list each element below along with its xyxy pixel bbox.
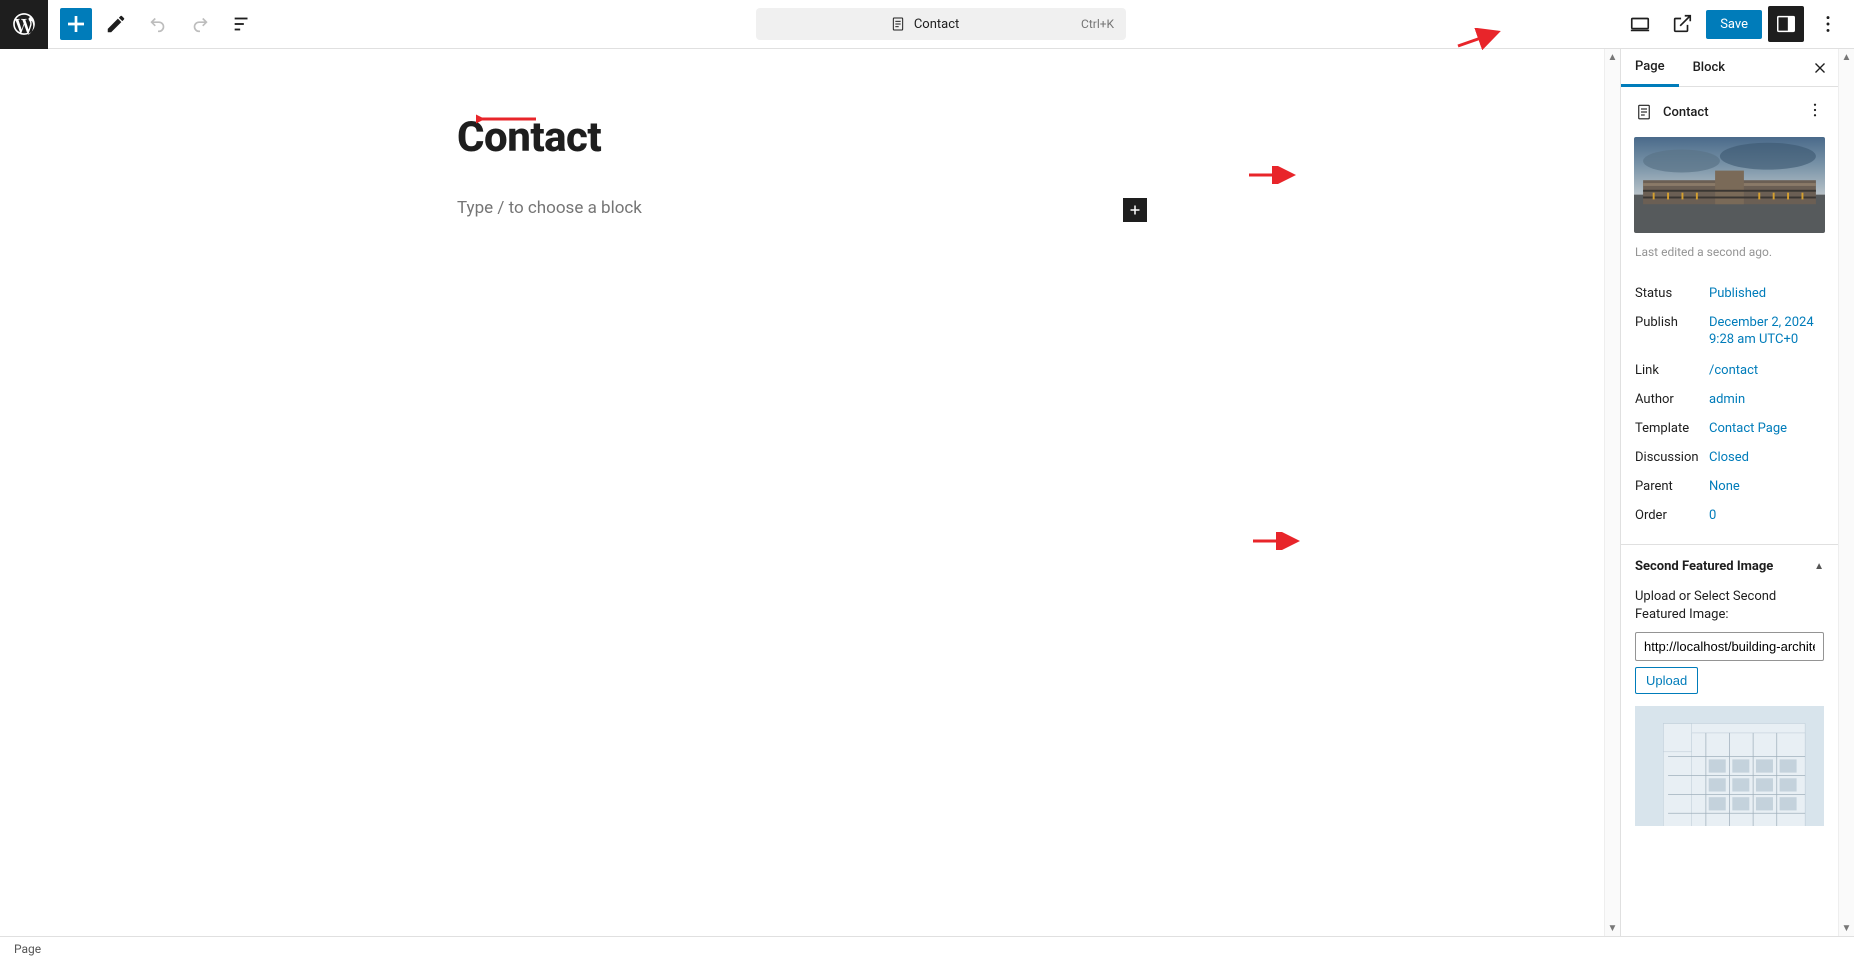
- meta-value-link[interactable]: /contact: [1709, 363, 1758, 378]
- meta-label: Author: [1635, 392, 1709, 407]
- meta-label: Link: [1635, 363, 1709, 378]
- plus-icon: [1126, 201, 1144, 219]
- meta-row-parent: Parent None: [1635, 472, 1824, 501]
- page-panel-title: Contact: [1663, 105, 1796, 120]
- meta-row-status: Status Published: [1635, 279, 1824, 308]
- tab-block[interactable]: Block: [1679, 49, 1739, 87]
- meta-row-publish: Publish December 2, 2024 9:28 am UTC+0: [1635, 308, 1824, 356]
- undo-button[interactable]: [140, 6, 176, 42]
- meta-value-discussion[interactable]: Closed: [1709, 450, 1749, 465]
- featured-image-placeholder: [1634, 137, 1825, 233]
- tools-button[interactable]: [98, 6, 134, 42]
- scroll-up-icon: ▲: [1839, 49, 1854, 65]
- settings-sidebar: Page Block Contact: [1620, 49, 1838, 936]
- redo-icon: [189, 13, 211, 35]
- pencil-icon: [105, 13, 127, 35]
- meta-value-status[interactable]: Published: [1709, 286, 1766, 301]
- page-icon: [890, 16, 906, 32]
- main-area: Contact Type / to choose a block ▲ ▼ Pag…: [0, 49, 1854, 936]
- page-icon: [1635, 103, 1653, 121]
- second-featured-url-input[interactable]: [1635, 632, 1824, 661]
- list-icon: [231, 13, 253, 35]
- scroll-down-icon: ▼: [1839, 920, 1854, 936]
- document-bar-shortcut: Ctrl+K: [1081, 17, 1114, 31]
- featured-image-button[interactable]: [1634, 137, 1825, 233]
- meta-row-discussion: Discussion Closed: [1635, 443, 1824, 472]
- meta-label: Order: [1635, 508, 1709, 523]
- desktop-icon: [1629, 13, 1651, 35]
- undo-icon: [147, 13, 169, 35]
- save-button[interactable]: Save: [1706, 10, 1762, 39]
- toolbar-right: Save: [1622, 6, 1854, 42]
- wordpress-icon: [11, 11, 37, 37]
- meta-row-link: Link /contact: [1635, 356, 1824, 385]
- page-meta-list: Status Published Publish December 2, 202…: [1621, 275, 1838, 544]
- meta-label: Status: [1635, 286, 1709, 301]
- chevron-up-icon: ▲: [1814, 561, 1824, 572]
- toolbar-center: Contact Ctrl+K: [260, 8, 1622, 40]
- top-toolbar: Contact Ctrl+K Save: [0, 0, 1854, 49]
- meta-label: Parent: [1635, 479, 1709, 494]
- upload-button[interactable]: Upload: [1635, 667, 1698, 694]
- last-edited-text: Last edited a second ago.: [1621, 245, 1838, 275]
- meta-value-publish[interactable]: December 2, 2024 9:28 am UTC+0: [1709, 315, 1814, 349]
- more-vertical-icon: [1817, 13, 1839, 35]
- document-overview-button[interactable]: [224, 6, 260, 42]
- meta-value-author[interactable]: admin: [1709, 392, 1745, 407]
- document-bar[interactable]: Contact Ctrl+K: [756, 8, 1126, 40]
- outer-scrollbar[interactable]: ▲ ▼: [1838, 49, 1854, 936]
- meta-value-template[interactable]: Contact Page: [1709, 421, 1787, 436]
- editor-footer: Page: [0, 936, 1854, 961]
- meta-value-order[interactable]: 0: [1709, 508, 1716, 523]
- editor-canvas[interactable]: Contact Type / to choose a block: [0, 49, 1604, 936]
- meta-label: Publish: [1635, 315, 1709, 330]
- scroll-down-icon: ▼: [1605, 920, 1620, 936]
- plus-icon: [60, 8, 92, 40]
- block-placeholder[interactable]: Type / to choose a block: [457, 198, 1123, 222]
- add-block-button[interactable]: [60, 8, 92, 40]
- redo-button[interactable]: [182, 6, 218, 42]
- document-bar-title: Contact: [914, 17, 959, 32]
- page-panel-menu-button[interactable]: [1806, 101, 1824, 123]
- toolbar-left: [0, 0, 260, 48]
- footer-breadcrumb[interactable]: Page: [14, 942, 41, 956]
- sidebar-tabs: Page Block: [1621, 49, 1838, 87]
- meta-value-parent[interactable]: None: [1709, 479, 1740, 494]
- external-link-icon: [1671, 13, 1693, 35]
- second-featured-desc: Upload or Select Second Featured Image:: [1635, 588, 1824, 624]
- panel-section-title: Second Featured Image: [1635, 559, 1814, 574]
- tab-page[interactable]: Page: [1621, 49, 1679, 87]
- meta-row-template: Template Contact Page: [1635, 414, 1824, 443]
- wordpress-logo-button[interactable]: [0, 0, 48, 49]
- meta-label: Discussion: [1635, 450, 1709, 465]
- sidebar-toggle-button[interactable]: [1768, 6, 1804, 42]
- meta-label: Template: [1635, 421, 1709, 436]
- options-button[interactable]: [1810, 6, 1846, 42]
- more-vertical-icon: [1806, 101, 1824, 119]
- sidebar-close-button[interactable]: [1802, 59, 1838, 77]
- meta-row-order: Order 0: [1635, 501, 1824, 530]
- panel-second-featured-image: Second Featured Image ▲ Upload or Select…: [1621, 544, 1838, 840]
- editor-scrollbar[interactable]: ▲ ▼: [1604, 49, 1620, 936]
- close-icon: [1811, 59, 1829, 77]
- second-featured-image-preview[interactable]: [1635, 706, 1824, 826]
- scroll-up-icon: ▲: [1605, 49, 1620, 65]
- building-image-placeholder: [1635, 706, 1824, 826]
- preview-button[interactable]: [1664, 6, 1700, 42]
- panel-section-body: Upload or Select Second Featured Image: …: [1621, 588, 1838, 840]
- sidebar-body: Contact: [1621, 87, 1838, 936]
- view-button[interactable]: [1622, 6, 1658, 42]
- page-panel-header: Contact: [1621, 87, 1838, 137]
- meta-row-author: Author admin: [1635, 385, 1824, 414]
- page-title[interactable]: Contact: [457, 113, 1147, 198]
- panel-section-toggle[interactable]: Second Featured Image ▲: [1621, 545, 1838, 588]
- sidebar-icon: [1775, 13, 1797, 35]
- inline-add-block-button[interactable]: [1123, 198, 1147, 222]
